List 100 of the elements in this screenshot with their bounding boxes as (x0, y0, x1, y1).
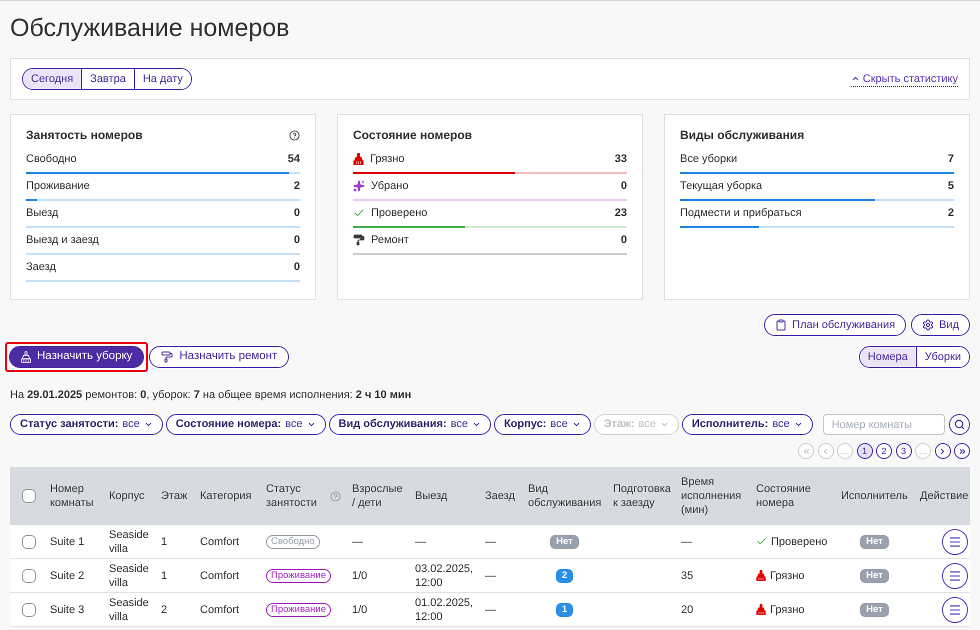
filter-dropdown[interactable]: Состояние номера: все (166, 414, 326, 435)
table-cell-text: — (351, 534, 364, 550)
table-cell-text: 1 (160, 534, 168, 550)
stat-label: Свободно (26, 152, 77, 167)
broom-icon (353, 153, 364, 165)
pagination-button[interactable] (934, 443, 950, 459)
table-cell-text: Suite 2 (49, 568, 86, 584)
occupancy-badge: Проживание (266, 568, 332, 582)
broom-icon (756, 604, 766, 615)
period-tab[interactable]: Сегодня (23, 69, 82, 89)
service-count-badge: Нет (550, 534, 579, 548)
stat-label: Заезд (26, 260, 56, 275)
table-cell-text: Comfort (199, 534, 240, 550)
stat-value: 0 (294, 260, 300, 275)
check-icon (756, 536, 767, 547)
stat-label: Выезд (26, 206, 58, 221)
checkbox[interactable] (22, 489, 36, 503)
maintenance-plan-button[interactable]: План обслуживания (764, 314, 906, 336)
column-header: Выезд (415, 489, 448, 503)
row-menu-button[interactable] (942, 562, 968, 588)
search-icon (954, 419, 965, 430)
pagination-button[interactable]: 2 (876, 443, 892, 459)
column-header: Номер комнаты (50, 482, 95, 510)
pagination-button[interactable] (954, 443, 970, 459)
column-header: Действие (920, 489, 968, 503)
table-cell-text: — (414, 534, 427, 550)
hide-statistics-link[interactable]: Скрыть статистику (850, 72, 958, 86)
check-icon (353, 207, 365, 219)
search-button[interactable] (949, 414, 970, 435)
occupancy-badge: Проживание (266, 602, 332, 616)
stat-label: Выезд и заезд (26, 233, 99, 248)
table-cell-text: — (484, 602, 497, 618)
checkbox[interactable] (22, 568, 36, 582)
filter-dropdown[interactable]: Корпус: все (494, 414, 591, 435)
service-count-badge: 1 (556, 602, 574, 616)
mode-tab[interactable]: Номера (860, 347, 916, 367)
assign-cleaning-button[interactable]: Назначить уборку (9, 346, 144, 368)
table-cell-text: — (484, 568, 497, 584)
table-cell-text: Comfort (199, 602, 240, 618)
double-chevron-left-icon (802, 446, 810, 456)
table-cell-text: 1/0 (351, 568, 368, 584)
executor-badge: Нет (860, 602, 889, 616)
stat-label: Грязно (370, 152, 405, 167)
pagination-button[interactable]: 1 (856, 443, 872, 459)
broom-icon (756, 570, 766, 581)
period-tab[interactable]: На дату (134, 69, 191, 89)
table-cell-text: 03.02.2025, 12:00 (414, 562, 474, 590)
executor-badge: Нет (860, 568, 889, 582)
stat-value: 7 (948, 152, 954, 167)
table-cell-text: Seaside villa (108, 596, 150, 624)
row-menu-button[interactable] (942, 596, 968, 622)
broom-icon (21, 351, 31, 363)
search-field[interactable]: Номер комнаты (822, 414, 945, 435)
room-state: Грязно (770, 602, 805, 616)
filter-dropdown[interactable]: Статус занятости: все (10, 414, 163, 435)
chevron-down-icon (572, 420, 581, 429)
checkbox[interactable] (22, 602, 36, 616)
column-header: Заезд (485, 489, 515, 503)
stat-value: 0 (294, 206, 300, 221)
column-header: Состояние номера (756, 482, 812, 510)
card-title: Виды обслуживания (680, 127, 804, 144)
table-cell-text: 1/0 (351, 602, 368, 618)
card-title: Состояние номеров (353, 127, 472, 144)
chevron-down-icon (660, 420, 669, 429)
view-button[interactable]: Вид (911, 314, 970, 336)
stat-label: Проверено (371, 206, 428, 221)
table-cell-text: Comfort (199, 568, 240, 584)
stat-value: 33 (614, 152, 627, 167)
stat-label: Убрано (371, 179, 408, 194)
chevron-down-icon (472, 420, 481, 429)
table-cell-text: 2 (160, 602, 168, 618)
checkbox[interactable] (22, 534, 36, 548)
help-icon[interactable] (289, 130, 300, 140)
filter-dropdown[interactable]: Исполнитель: все (682, 414, 813, 435)
column-header: Взрослые / дети (352, 482, 404, 510)
column-header: Подготовка к заезду (613, 482, 671, 510)
card-title: Занятость номеров (26, 127, 143, 144)
table-cell-text: Suite 3 (49, 602, 86, 618)
executor-badge: Нет (860, 534, 889, 548)
service-count-badge: 2 (556, 568, 574, 582)
stat-value: 0 (294, 233, 300, 248)
chevron-left-icon (821, 446, 830, 456)
filter-dropdown[interactable]: Вид обслуживания: все (328, 414, 491, 435)
column-header: Этаж (161, 489, 188, 503)
row-menu-button[interactable] (942, 528, 968, 554)
table-cell-text: 20 (680, 602, 694, 618)
column-header: Исполнитель (841, 489, 908, 503)
table-cell-text: 1 (160, 568, 168, 584)
summary-text: На 29.01.2025 ремонтов: 0, уборок: 7 на общее время исполнения: 2 ч 10 мин (10, 388, 412, 402)
stat-label: Текущая уборка (680, 179, 762, 194)
assign-repair-button[interactable]: Назначить ремонт (149, 346, 290, 368)
stat-label: Проживание (26, 179, 90, 194)
mode-tab[interactable]: Уборки (916, 347, 969, 367)
stat-label: Подмести и прибраться (680, 206, 802, 221)
stat-value: 2 (294, 179, 300, 194)
room-state: Проверено (771, 534, 828, 548)
column-header: Статус занятости (266, 482, 318, 510)
pagination-button[interactable]: 3 (896, 443, 912, 459)
table-cell-text: Seaside villa (108, 562, 150, 590)
paint-roller-icon (161, 351, 174, 363)
